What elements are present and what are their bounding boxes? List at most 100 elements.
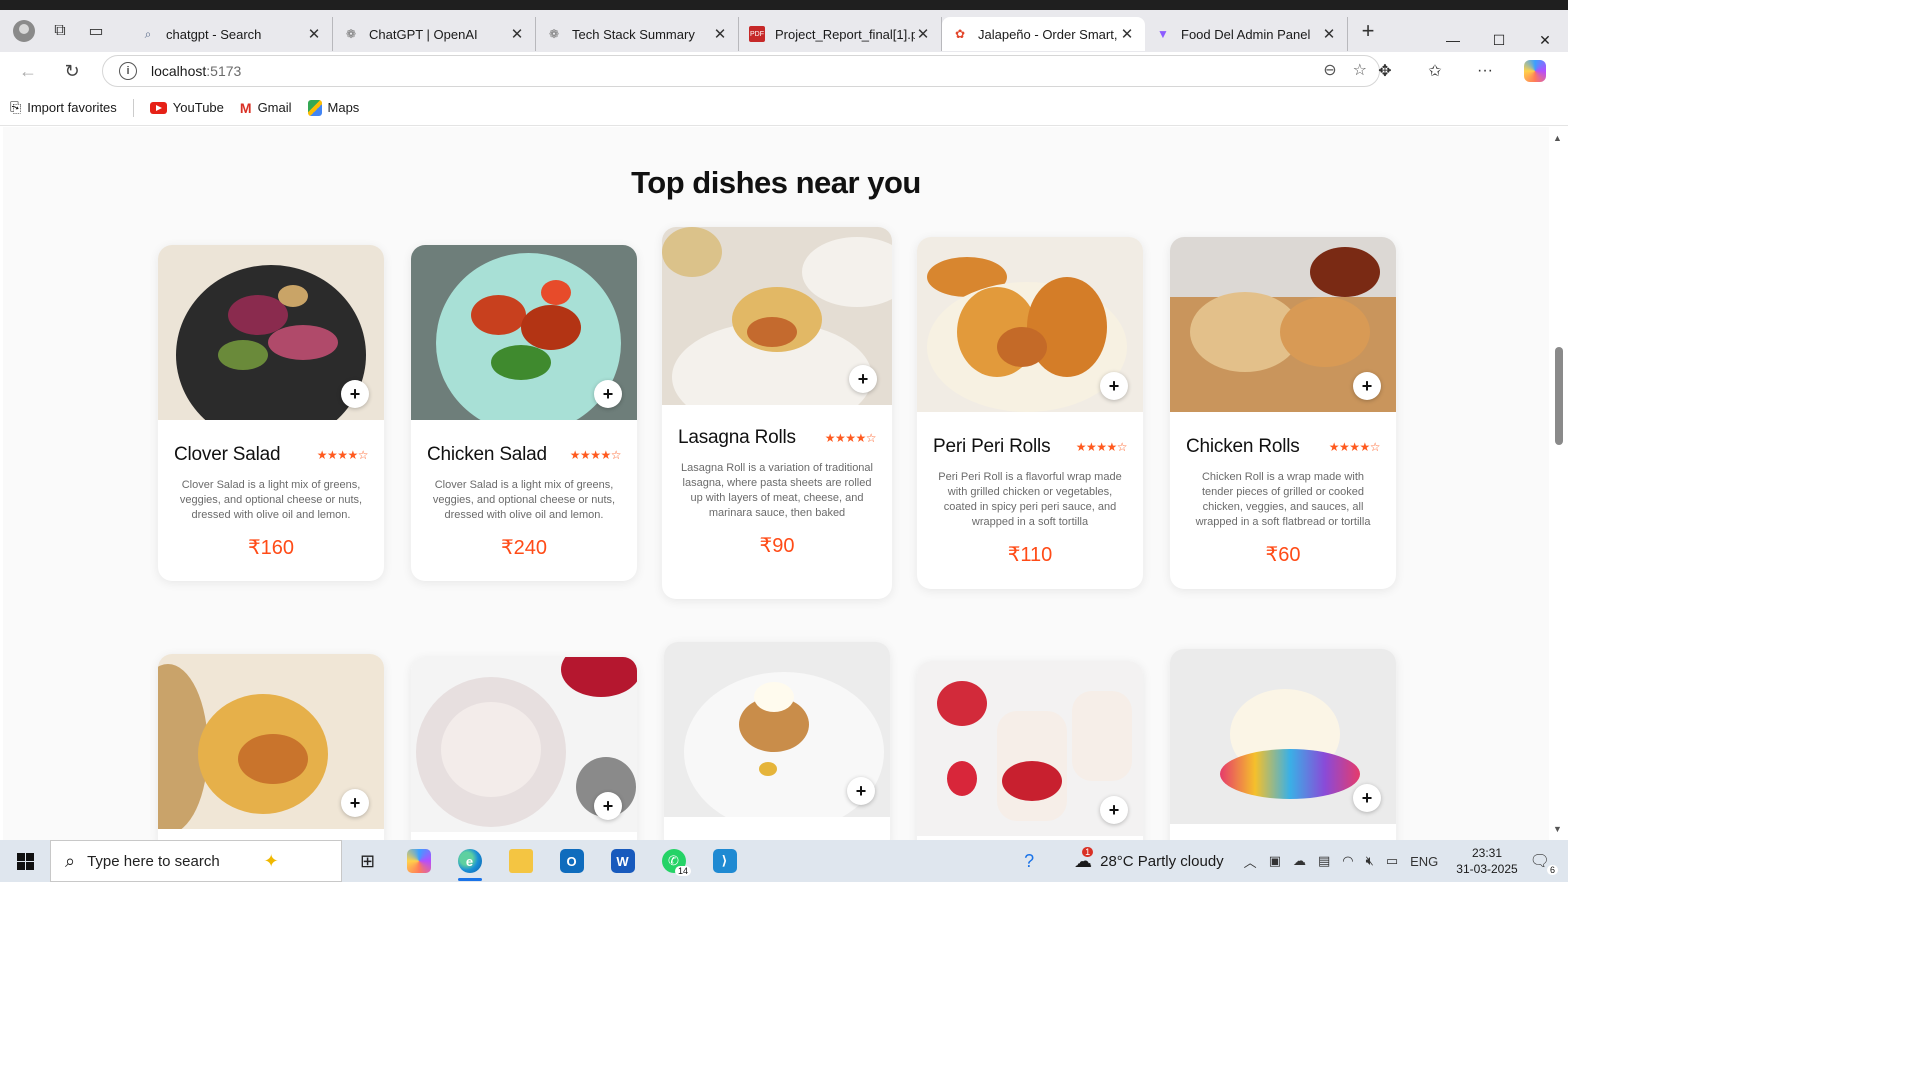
minimize-icon: — (1446, 32, 1460, 48)
favorite-label: YouTube (172, 100, 224, 115)
dish-card-row2-3[interactable]: + (664, 642, 890, 840)
scrollbar-thumb[interactable] (1555, 347, 1563, 445)
dish-card-row2-2[interactable]: + (411, 657, 637, 840)
close-icon[interactable]: ✕ (306, 25, 322, 43)
close-icon[interactable]: ✕ (915, 25, 931, 43)
extensions-button[interactable]: ✥ (1362, 55, 1408, 87)
new-tab-button[interactable]: + (1348, 15, 1388, 47)
add-to-cart-button[interactable]: + (594, 380, 622, 408)
navigation-bar: ← ↻ i localhost:5173 ⊖ ☆ ✥ ✩ ··· (0, 52, 1568, 90)
sparkle-icon: ✦ (263, 850, 279, 871)
copilot-button[interactable] (1512, 55, 1558, 87)
copilot-icon (1524, 60, 1546, 82)
dish-image: + (1170, 649, 1396, 824)
favorites-button[interactable]: ✩ (1412, 55, 1458, 87)
dish-card-row2-4[interactable]: + (917, 661, 1143, 840)
weather-widget[interactable]: ☁ 1 28°C Partly cloudy (1074, 846, 1224, 872)
add-to-cart-button[interactable]: + (847, 777, 875, 805)
add-to-cart-button[interactable]: + (1100, 796, 1128, 824)
add-to-cart-button[interactable]: + (594, 792, 622, 820)
wifi-icon[interactable]: ◠ (1342, 853, 1353, 869)
notification-icon[interactable]: 🗨︎ 6 (1530, 851, 1558, 875)
tab-title: Project_Report_final[1].pdf (775, 26, 915, 42)
battery-icon[interactable]: ▭ (1386, 853, 1398, 869)
add-to-cart-button[interactable]: + (1100, 372, 1128, 400)
tab-chatgpt-search[interactable]: ⌕ chatgpt - Search ✕ (130, 17, 333, 51)
workspaces-button[interactable]: ⧉ (42, 15, 78, 47)
favorite-maps[interactable]: Maps (307, 99, 359, 116)
scroll-down-icon[interactable]: ▼ (1553, 824, 1562, 834)
tab-actions-button[interactable]: ▭ (78, 15, 114, 47)
word-button[interactable]: W (597, 840, 648, 882)
notification-badge: 6 (1546, 865, 1558, 875)
refresh-button[interactable]: ↻ (52, 55, 92, 87)
close-icon[interactable]: ✕ (509, 25, 525, 43)
meet-icon[interactable]: ▣ (1269, 853, 1281, 869)
outlook-icon: O (559, 849, 584, 873)
outlook-button[interactable]: O (546, 840, 597, 882)
more-button[interactable]: ··· (1462, 55, 1508, 87)
gmail-icon: M (239, 99, 252, 116)
scroll-up-icon[interactable]: ▲ (1553, 133, 1562, 143)
copilot-taskbar-button[interactable] (393, 840, 444, 882)
task-view-button[interactable]: ⊞ (342, 840, 393, 882)
add-to-cart-button[interactable]: + (341, 380, 369, 408)
zoom-icon[interactable]: ⊖ (1323, 60, 1336, 80)
vertical-scrollbar[interactable]: ▲ ▼ (1549, 127, 1568, 840)
dish-card-lasagna-rolls[interactable]: + Lasagna Rolls ★★★★☆ Lasagna Roll is a … (662, 227, 892, 599)
dish-card-chicken-salad[interactable]: + Chicken Salad ★★★★☆ Clover Salad is a … (411, 245, 637, 581)
add-to-cart-button[interactable]: + (849, 365, 877, 393)
tab-chatgpt-openai[interactable]: ❁ ChatGPT | OpenAI ✕ (333, 17, 536, 51)
plus-icon: + (1361, 18, 1375, 43)
edge-taskbar-button[interactable]: e (444, 840, 495, 882)
toolbar-right: ✥ ✩ ··· (1362, 55, 1558, 87)
add-to-cart-button[interactable]: + (341, 789, 369, 817)
taskbar-search-box[interactable]: ⌕ Type here to search ✦ (50, 840, 342, 882)
page-title: Top dishes near you (631, 165, 921, 200)
display-icon[interactable]: ▤ (1318, 853, 1330, 869)
add-to-cart-button[interactable]: + (1353, 372, 1381, 400)
dish-card-row2-5[interactable]: + (1170, 649, 1396, 840)
help-icon[interactable]: ? (1024, 851, 1034, 872)
import-favorites-link[interactable]: ⎘ Import favorites (10, 99, 117, 116)
back-button[interactable]: ← (8, 55, 48, 87)
favorites-divider (132, 98, 134, 117)
favorite-gmail[interactable]: M Gmail (240, 100, 292, 116)
dish-card-row2-1[interactable]: + (158, 654, 384, 840)
dish-card-chicken-rolls[interactable]: + Chicken Rolls ★★★★☆ Chicken Roll is a … (1170, 237, 1396, 589)
whatsapp-badge: 14 (674, 866, 691, 876)
search-icon: ⌕ (65, 850, 76, 871)
dish-card-clover-salad[interactable]: + Clover Salad ★★★★☆ Clover Salad is a l… (158, 245, 384, 581)
dish-card-peri-peri-rolls[interactable]: + Peri Peri Rolls ★★★★☆ Peri Peri Roll i… (917, 237, 1143, 589)
start-button[interactable] (0, 840, 50, 882)
dish-description: Peri Peri Roll is a flavorful wrap made … (938, 471, 1122, 528)
search-icon: ⌕ (144, 26, 152, 41)
favorite-youtube[interactable]: YouTube (149, 100, 224, 115)
site-info-icon[interactable]: i (119, 62, 137, 80)
vscode-button[interactable]: ⟩ (699, 840, 750, 882)
address-bar[interactable]: i localhost:5173 ⊖ ☆ (102, 55, 1380, 87)
tab-food-admin[interactable]: ▼ Food Del Admin Panel ✕ (1145, 17, 1348, 51)
tab-tech-stack[interactable]: ❁ Tech Stack Summary ✕ (536, 17, 739, 51)
volume-icon[interactable]: 🔇︎ (1366, 853, 1374, 869)
language-indicator[interactable]: ENG (1410, 854, 1438, 869)
plus-icon: + (602, 795, 614, 816)
tab-project-report[interactable]: PDF Project_Report_final[1].pdf ✕ (739, 17, 942, 51)
close-icon[interactable]: ✕ (712, 25, 728, 43)
clock[interactable]: 23:31 31-03-2025 (1456, 845, 1517, 877)
page-viewport: Top dishes near you + Clover Salad ★★★★☆… (0, 127, 1568, 840)
profile-button[interactable] (6, 15, 42, 47)
onedrive-icon[interactable]: ☁ (1293, 853, 1306, 869)
chevron-up-icon[interactable]: ︿ (1244, 852, 1257, 871)
windows-taskbar: ⌕ Type here to search ✦ ⊞ e O W ✆ 14 ⟩ ?… (0, 840, 1568, 882)
add-to-cart-button[interactable]: + (1353, 784, 1381, 812)
close-icon[interactable]: ✕ (1119, 25, 1135, 43)
file-explorer-button[interactable] (495, 840, 546, 882)
whatsapp-button[interactable]: ✆ 14 (648, 840, 699, 882)
rating-stars-icon: ★★★★☆ (1075, 440, 1128, 454)
tab-bar-left: ⧉ ▭ (0, 15, 130, 47)
jalapeno-icon: ✿ (954, 27, 966, 41)
puzzle-icon: ✥ (1378, 63, 1392, 80)
close-icon[interactable]: ✕ (1321, 25, 1337, 43)
tab-jalapeno[interactable]: ✿ Jalapeño - Order Smart, E ✕ (942, 17, 1145, 51)
